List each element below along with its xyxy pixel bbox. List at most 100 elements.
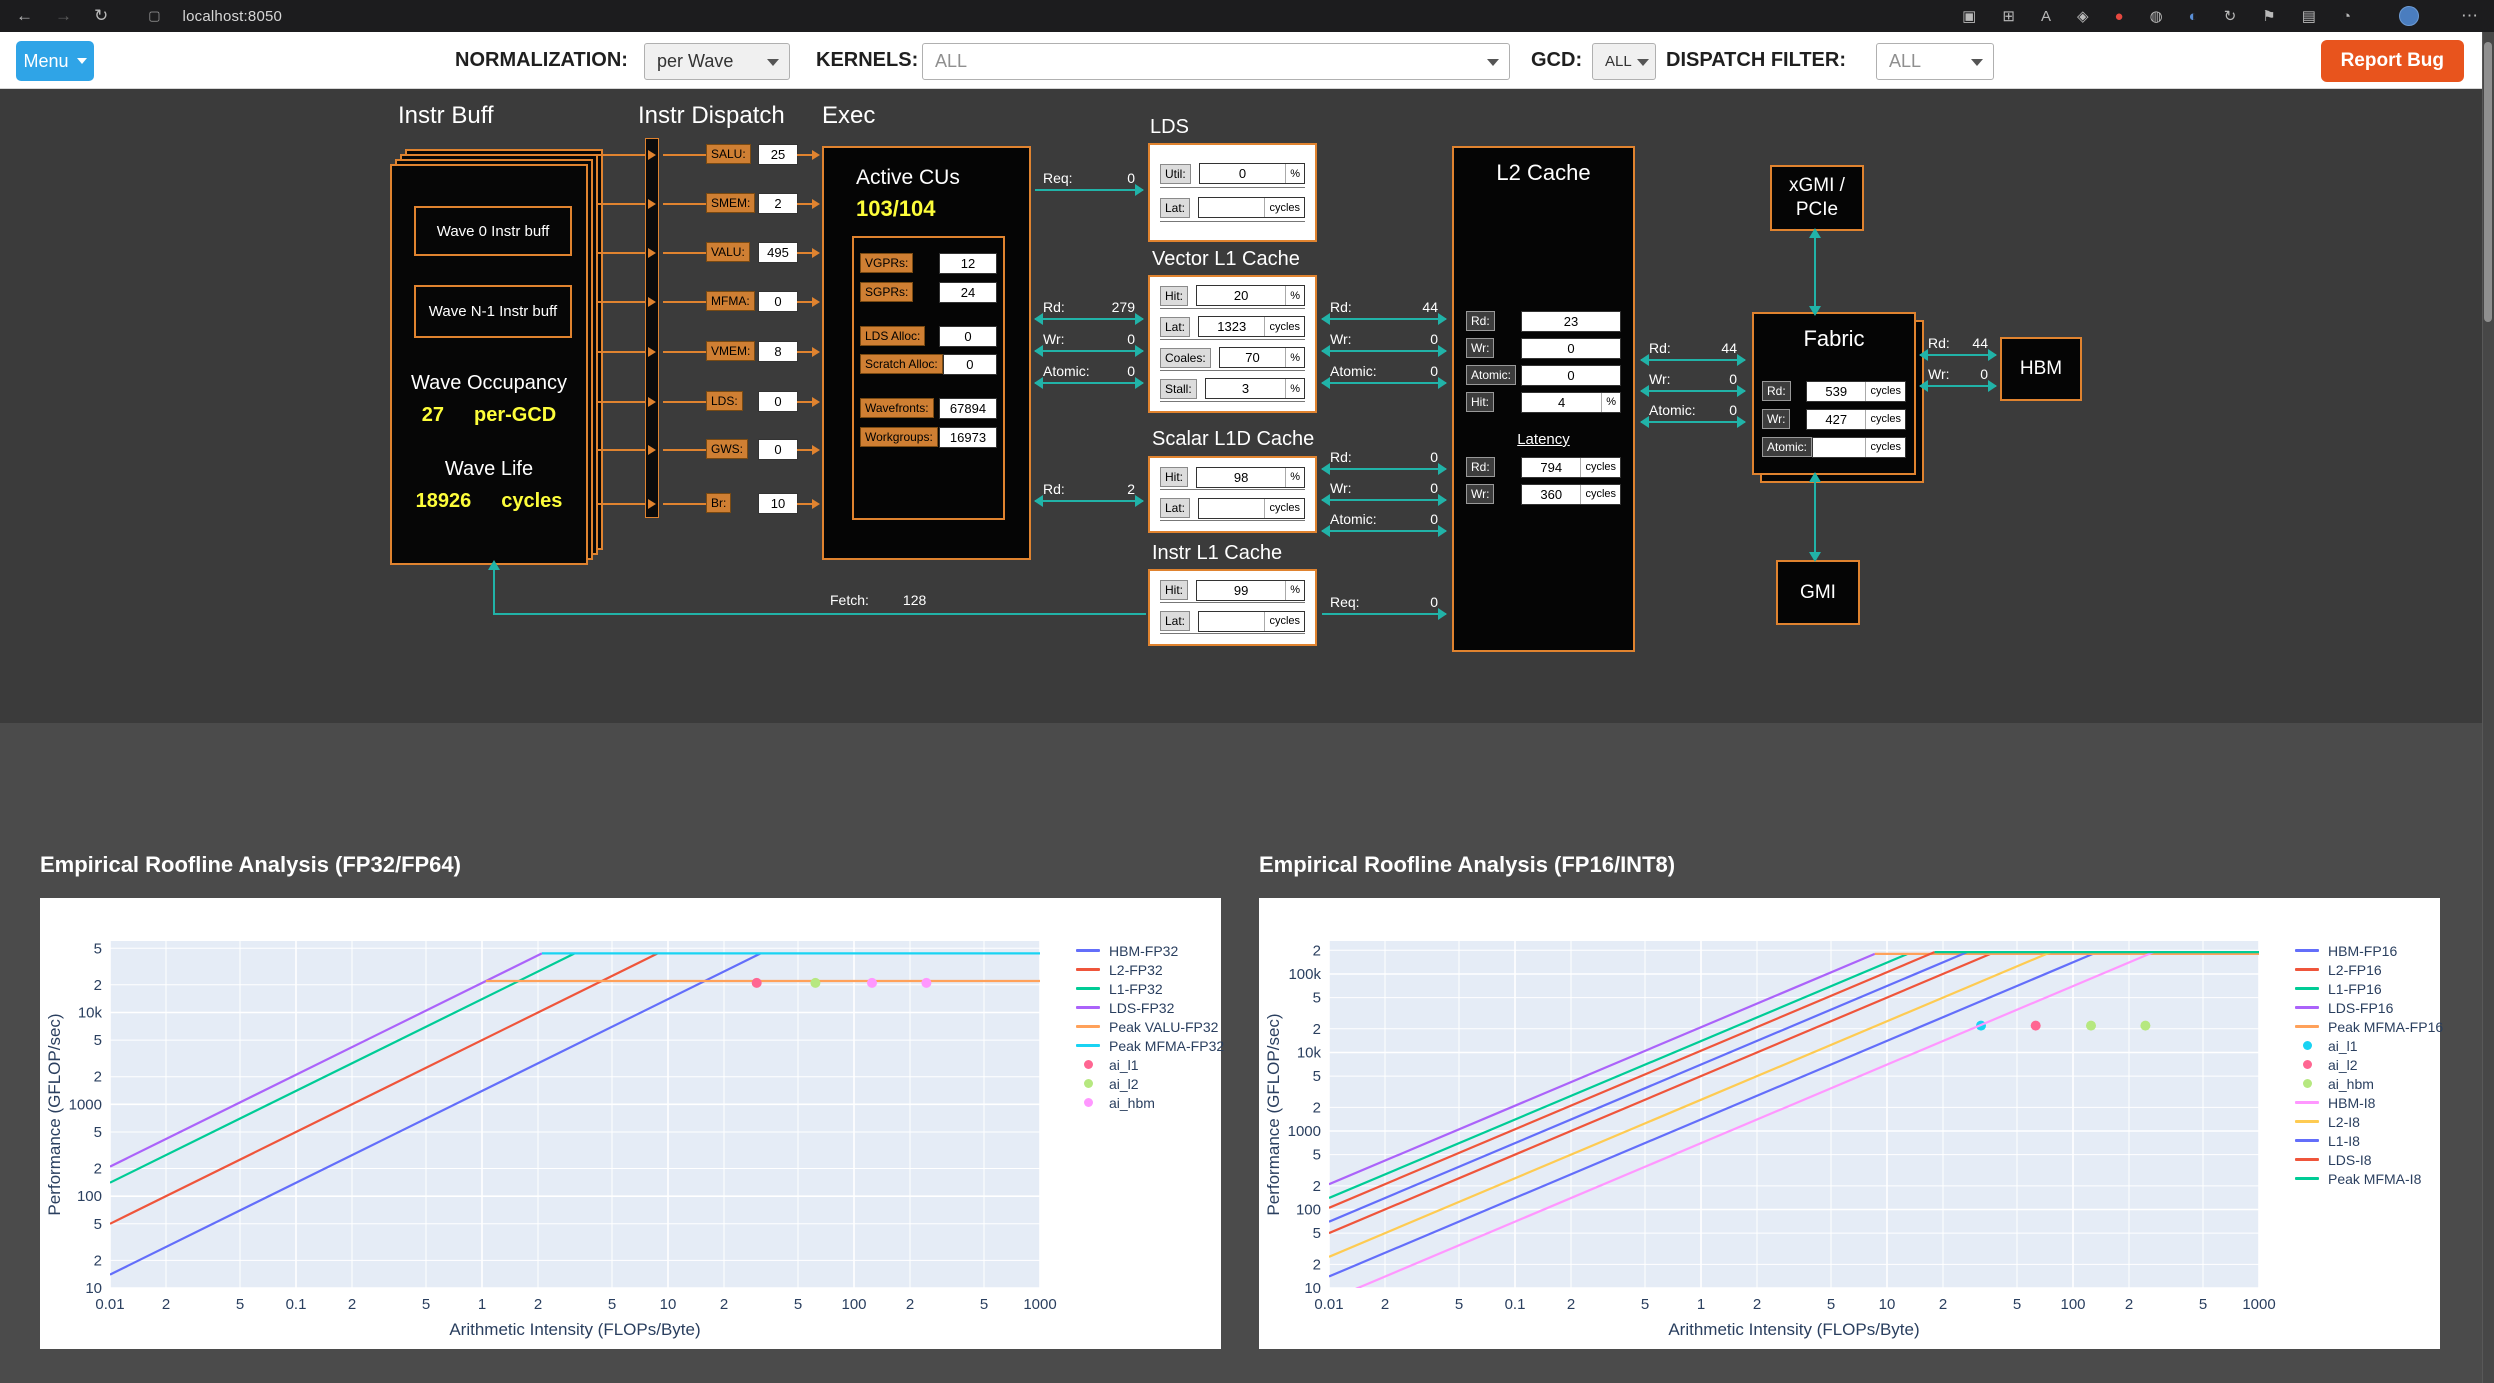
dispatch-exec-arrow-icon [812,347,820,357]
flow-value: 0 [1127,170,1135,186]
site-info-icon[interactable]: ▢ [148,8,160,24]
instr-dispatch-block: SALU:25SMEM:2VALU:495MFMA:0VMEM:8LDS:0GW… [706,143,798,523]
legend-item-l2-fp32[interactable]: L2-FP32 [1075,962,1224,977]
coales-row: Coales:70% [1160,349,1305,371]
legend-item-l2-fp16[interactable]: L2-FP16 [2294,962,2443,977]
arrow-left-icon [1034,377,1043,389]
url-field[interactable]: localhost:8050 [183,8,283,25]
workgroups-row: Workgroups:16973 [860,426,997,448]
svg-text:5: 5 [94,1124,102,1141]
legend-item-lds-fp32[interactable]: LDS-FP32 [1075,1000,1224,1015]
legend-item-ai-l1[interactable]: ai_l1 [2294,1038,2443,1053]
arrow-line [1641,359,1745,361]
stall-row: Stall:3% [1160,380,1305,402]
legend-line-swatch [2294,1025,2320,1028]
arrow-line [1920,354,1996,356]
arrow-left-icon [1640,354,1649,366]
text-size-icon[interactable]: A [2041,8,2051,25]
gcd-select[interactable]: ALL [1592,43,1656,80]
legend-item-peak-mfma-fp16[interactable]: Peak MFMA-FP16 [2294,1019,2443,1034]
split-view-icon[interactable]: ▣ [1962,7,1976,25]
legend-line-swatch [1075,987,1101,990]
back-icon[interactable]: ← [16,6,33,26]
legend-item-ai-l1[interactable]: ai_l1 [1075,1057,1224,1072]
legend-line-swatch [2294,1177,2320,1180]
extension-icon[interactable]: ◐ [2189,8,2198,25]
menu-button[interactable]: Menu [16,41,94,81]
flow-label: Wr: [1330,480,1352,496]
legend-item-peak-mfma-fp32[interactable]: Peak MFMA-FP32 [1075,1038,1224,1053]
profile-avatar[interactable] [2399,6,2419,26]
kernels-select[interactable]: ALL [922,43,1510,80]
gws-row: GWS:0 [706,438,798,460]
flag-icon[interactable]: ⚑ [2262,7,2275,25]
recording-icon[interactable]: ● [2115,8,2124,25]
bar-dispatch-line [663,401,706,403]
roofline-fp32-plot[interactable]: 0.01250.12512510251002510001025100251000… [40,898,1221,1349]
legend-item-peak-mfma-i8[interactable]: Peak MFMA-I8 [2294,1171,2443,1186]
rd-row: Rd:794cycles [1466,456,1621,478]
legend-item-lds-fp16[interactable]: LDS-FP16 [2294,1000,2443,1015]
shield-icon[interactable]: ◈ [2077,7,2089,25]
stat-unit: % [1285,286,1304,305]
dispatch-arrow-bar [645,138,659,518]
legend-item-hbm-i8[interactable]: HBM-I8 [2294,1095,2443,1110]
refresh-icon[interactable]: ↻ [94,6,108,26]
layout-icon[interactable]: ▤ [2302,7,2316,25]
legend-item-ai-l2[interactable]: ai_l2 [1075,1076,1224,1091]
stat-value: 25 [759,147,797,162]
flow-value: 0 [1127,331,1135,347]
buff-dispatch-line [596,401,645,403]
kernels-value: ALL [935,51,967,72]
legend-dot-swatch [2294,1079,2320,1088]
svg-text:5: 5 [94,1032,102,1049]
legend-item-ai-hbm[interactable]: ai_hbm [2294,1076,2443,1091]
arrow-right-icon [1438,345,1447,357]
br-value-box: 10 [758,493,798,514]
flow-value: 0 [1430,449,1438,465]
chevron-down-icon [1637,59,1649,66]
legend-item-ai-l2[interactable]: ai_l2 [2294,1057,2443,1072]
legend-item-peak-valu-fp32[interactable]: Peak VALU-FP32 [1075,1019,1224,1034]
stat-value: 10 [759,496,797,511]
history-icon[interactable]: ◔ [2342,8,2351,25]
mfma-label: MFMA: [706,291,755,311]
sgprs-value-box: 24 [939,282,997,303]
apps-grid-icon[interactable]: ⊞ [2002,7,2015,25]
stall-value-box: 3% [1205,378,1305,399]
roofline-fp16-plot[interactable]: 0.01250.12512510251002510001025100251000… [1259,898,2440,1349]
vmem-row: VMEM:8 [706,340,798,362]
stat-value: 4 [1522,395,1601,410]
flow-value: 0 [1430,511,1438,527]
xgmi-line2: PCIe [1796,198,1838,222]
svg-text:1000: 1000 [2242,1296,2275,1313]
normalization-select[interactable]: per Wave [644,43,790,80]
legend-item-l1-i8[interactable]: L1-I8 [2294,1133,2443,1148]
legend-item-lds-i8[interactable]: LDS-I8 [2294,1152,2443,1167]
svg-text:0.1: 0.1 [1505,1296,1526,1313]
lat-value-box: 1323cycles [1198,316,1305,337]
svg-text:2: 2 [348,1296,356,1313]
arrow-line [1322,350,1446,352]
dispatch-filter-select[interactable]: ALL [1876,43,1994,80]
report-bug-button[interactable]: Report Bug [2321,40,2464,82]
legend-item-hbm-fp32[interactable]: HBM-FP32 [1075,943,1224,958]
legend-item-hbm-fp16[interactable]: HBM-FP16 [2294,943,2443,958]
flow-label: Rd: [1330,299,1352,315]
vmem-label: VMEM: [706,341,755,361]
stat-value: 98 [1197,470,1285,485]
browser-menu-icon[interactable]: ⋯ [2461,6,2478,26]
legend-item-ai-hbm[interactable]: ai_hbm [1075,1095,1224,1110]
legend-item-l1-fp32[interactable]: L1-FP32 [1075,981,1224,996]
adblock-icon[interactable]: ◍ [2150,7,2163,25]
legend-item-l2-i8[interactable]: L2-I8 [2294,1114,2443,1129]
stat-unit: cycles [1264,499,1304,518]
wr-row: Wr:427cycles [1762,408,1906,430]
scrollbar-thumb[interactable] [2484,42,2492,322]
legend-item-l1-fp16[interactable]: L1-FP16 [2294,981,2443,996]
forward-icon[interactable]: → [55,6,72,26]
arrow-right-icon [1438,463,1447,475]
sync-ic on[interactable]: ↻ [2224,7,2237,25]
svg-text:5: 5 [1313,1068,1321,1085]
flow-value: 0 [1729,371,1737,387]
